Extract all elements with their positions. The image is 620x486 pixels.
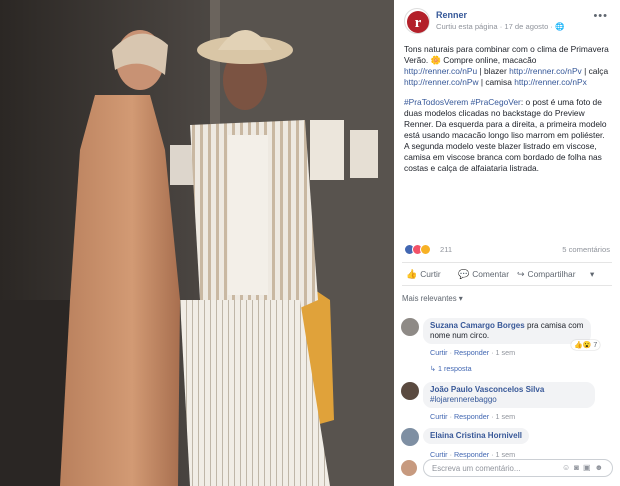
product-link-camisa[interactable]: http://renner.co/nPx (514, 77, 587, 87)
post-meta: Curtiu esta página · 17 de agosto · 🌐 (436, 22, 565, 31)
emoji-icon[interactable]: ☺ (562, 463, 574, 472)
share-arrow-icon: ↪ (517, 269, 525, 279)
comment-like-link[interactable]: Curtir (430, 412, 448, 421)
comment-bubble: João Paulo Vasconcelos Silva #lojarenner… (423, 382, 595, 408)
product-link-macacao[interactable]: http://renner.co/nPu (404, 66, 477, 76)
reactions-count[interactable]: 211 (440, 245, 452, 254)
page-name[interactable]: Renner (436, 10, 467, 20)
blazer-label: | blazer (479, 66, 507, 76)
comment-reactions[interactable]: 👍😮 7 (571, 340, 601, 350)
reaction-selector[interactable]: ▾ (590, 269, 594, 279)
comment-reply-link[interactable]: Responder (454, 348, 489, 357)
comments-count[interactable]: 5 comentários (562, 245, 610, 254)
post-paragraph-1: Tons naturais para combinar com o clima … (404, 44, 610, 88)
hashtag-links[interactable]: #PraTodosVerem #PraCegoVer (404, 97, 521, 107)
comment-bubble: Elaina Cristina Hornivell (423, 428, 530, 444)
photo-image (0, 0, 394, 486)
product-link-calca[interactable]: http://renner.co/nPw (404, 77, 479, 87)
avatar[interactable] (401, 428, 419, 446)
comment-time: 1 sem (495, 348, 516, 357)
comment-time: 1 sem (495, 412, 516, 421)
post-actions: 👍 Curtir 💬 Comentar ↪ Compartilhar ▾ (402, 262, 612, 286)
comment-button[interactable]: 💬 Comentar (458, 269, 509, 280)
sticker-icon[interactable]: ☻ (595, 463, 607, 472)
comment-label: Comentar (472, 269, 509, 279)
replies-label: 1 resposta (438, 364, 472, 373)
share-label: Compartilhar (527, 269, 576, 279)
share-button[interactable]: ↪ Compartilhar (517, 269, 576, 280)
thumbs-up-icon: 👍 (406, 269, 418, 279)
product-link-blazer[interactable]: http://renner.co/nPv (509, 66, 582, 76)
comment-like-link[interactable]: Curtir (430, 348, 448, 357)
post-panel: r Renner Curtiu esta página · 17 de agos… (394, 0, 620, 486)
view-replies-link[interactable]: ↳ 1 resposta (430, 364, 472, 373)
facebook-photo-viewer: r Renner Curtiu esta página · 17 de agos… (0, 0, 620, 486)
comments-filter[interactable]: Mais relevantes ▾ (402, 294, 463, 303)
composer-icons: ☺◙▣☻ (562, 463, 607, 472)
svg-text:r: r (415, 15, 422, 31)
post-header: r Renner Curtiu esta página · 17 de agos… (404, 8, 610, 34)
avatar[interactable] (401, 382, 419, 400)
renner-logo-icon: r (407, 11, 429, 33)
like-button[interactable]: 👍 Curtir (406, 269, 441, 280)
comment-hashtag[interactable]: #lojarennerebaggo (430, 395, 588, 405)
like-label: Curtir (420, 269, 441, 279)
comment-bubble: Suzana Camargo Borges pra camisa com nom… (423, 318, 591, 344)
post-paragraph-1-text: Tons naturais para combinar com o clima … (404, 44, 609, 65)
post-photo[interactable] (0, 0, 394, 486)
post-paragraph-2-text: : o post é uma foto de duas modelos clic… (404, 97, 607, 173)
comment-author[interactable]: Elaina Cristina Hornivell (430, 431, 522, 440)
comment-author[interactable]: João Paulo Vasconcelos Silva (430, 385, 588, 395)
comment-reactions-count: 7 (593, 342, 598, 349)
avatar (401, 460, 417, 476)
chevron-down-icon: ▾ (590, 269, 595, 279)
calca-label: | calça (584, 66, 609, 76)
gif-icon[interactable]: ▣ (583, 463, 595, 472)
camera-icon[interactable]: ◙ (574, 463, 583, 472)
more-options-icon[interactable]: ••• (593, 10, 608, 22)
comment-author[interactable]: Suzana Camargo Borges (430, 321, 525, 330)
write-comment: Escreva um comentário... ☺◙▣☻ (401, 458, 613, 480)
page-avatar[interactable]: r (404, 8, 430, 34)
wow-reaction-icon (420, 244, 431, 255)
comment-tools: Curtir · Responder · 1 sem (430, 412, 516, 421)
comment-reply-link[interactable]: Responder (454, 412, 489, 421)
camisa-label: | camisa (480, 77, 512, 87)
post-text: Tons naturais para combinar com o clima … (404, 44, 610, 183)
speech-bubble-icon: 💬 (458, 269, 470, 279)
avatar[interactable] (401, 318, 419, 336)
post-paragraph-2: #PraTodosVerem #PraCegoVer: o post é uma… (404, 97, 610, 174)
reactions-bar[interactable]: 211 5 comentários (404, 244, 610, 256)
comment-tools: Curtir · Responder · 1 sem (430, 348, 516, 357)
